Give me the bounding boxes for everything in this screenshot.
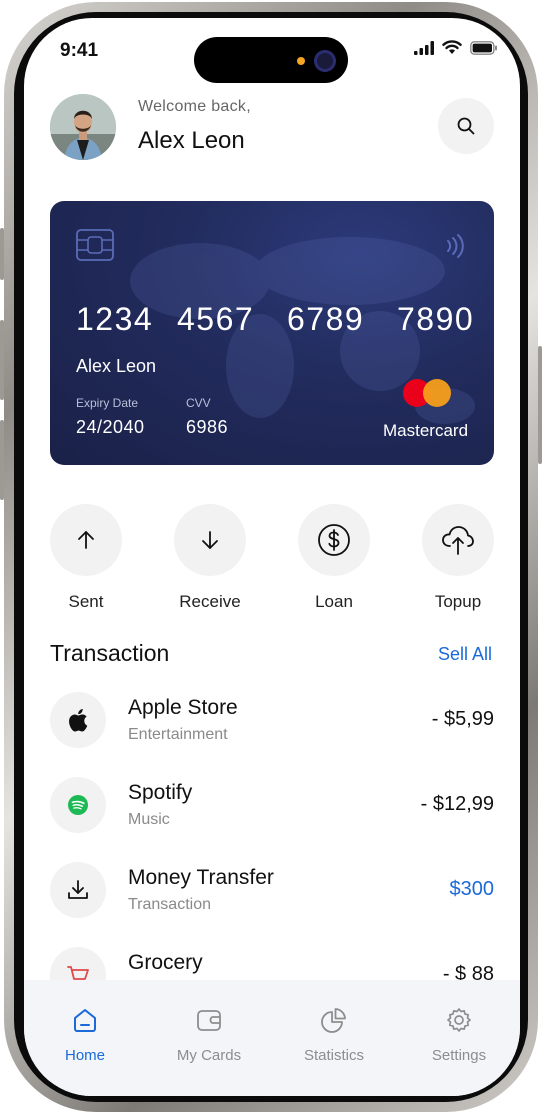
- user-name: Alex Leon: [138, 127, 245, 154]
- transaction-name: Apple Store: [128, 696, 238, 719]
- transaction-amount: $300: [449, 878, 495, 900]
- contactless-icon: [447, 234, 464, 258]
- transaction-name: Grocery: [128, 951, 203, 974]
- home-icon: [74, 1009, 96, 1032]
- nav-my-cards[interactable]: My Cards: [154, 1006, 264, 1064]
- action-label: Topup: [434, 592, 482, 611]
- action-loan-circle[interactable]: [298, 504, 370, 576]
- transaction-row[interactable]: Spotify Music - $12,99: [50, 777, 494, 835]
- arrow-up-icon: [78, 531, 94, 549]
- chip-icon: [76, 229, 114, 261]
- card-number-group: 4567: [177, 301, 255, 337]
- action-topup-circle[interactable]: [422, 504, 494, 576]
- volume-up-button: [0, 320, 4, 400]
- nav-label: Settings: [431, 1047, 487, 1064]
- transaction-amount: - $5,99: [431, 708, 494, 730]
- transaction-row[interactable]: Money Transfer Transaction $300: [50, 862, 494, 920]
- action-sent[interactable]: Sent: [41, 504, 131, 612]
- welcome-text: Welcome back,: [138, 98, 251, 115]
- cloud-upload-icon: [442, 526, 474, 555]
- apple-icon: [69, 709, 88, 732]
- card-number-group: 7890: [397, 301, 475, 337]
- battery-icon: [470, 40, 497, 55]
- card-number-group: 6789: [287, 301, 365, 337]
- spotify-icon: [68, 795, 88, 815]
- gear-icon: [447, 1008, 471, 1032]
- transaction-amount: - $12,99: [420, 793, 494, 815]
- nav-home[interactable]: Home: [30, 1006, 140, 1064]
- power-button: [538, 346, 542, 464]
- expiry-label: Expiry Date: [76, 396, 139, 410]
- volume-down-button: [0, 420, 4, 500]
- credit-card[interactable]: 1234 4567 6789 7890 Alex Leon Expiry Dat…: [50, 201, 494, 465]
- transaction-category: Music: [128, 811, 170, 828]
- nav-label: My Cards: [176, 1047, 242, 1064]
- app-screen: 9:41 Welcome back, Alex Leon 1234 4567 6…: [24, 18, 520, 1096]
- action-button: [0, 228, 4, 280]
- wallet-icon: [197, 1010, 221, 1031]
- avatar-photo: [50, 94, 116, 160]
- action-receive-circle[interactable]: [174, 504, 246, 576]
- action-label: Receive: [179, 592, 241, 611]
- transaction-name: Spotify: [128, 781, 193, 804]
- avatar[interactable]: [50, 94, 116, 160]
- transaction-category: Entertainment: [128, 726, 228, 743]
- signal-icon: [414, 40, 434, 55]
- action-loan[interactable]: Loan: [289, 504, 379, 612]
- cvv-label: CVV: [186, 396, 211, 410]
- camera-lens: [314, 50, 336, 72]
- action-topup[interactable]: Topup: [413, 504, 503, 612]
- card-holder: Alex Leon: [76, 356, 157, 376]
- dynamic-island: [194, 37, 348, 83]
- transaction-icon-wrap: [50, 862, 106, 918]
- status-icons: [414, 40, 498, 55]
- card-brand: Mastercard: [383, 421, 469, 440]
- transaction-icon-wrap: [50, 692, 106, 748]
- action-label: Sent: [68, 592, 104, 611]
- search-button[interactable]: [438, 98, 494, 154]
- see-all-link[interactable]: Sell All: [438, 644, 492, 665]
- download-icon: [68, 880, 88, 899]
- arrow-down-icon: [202, 531, 218, 549]
- nav-statistics[interactable]: Statistics: [279, 1006, 389, 1064]
- card-number-group: 1234: [76, 301, 154, 337]
- expiry-value: 24/2040: [76, 417, 145, 437]
- transaction-icon-wrap: [50, 777, 106, 833]
- dollar-circle-icon: [318, 524, 350, 556]
- action-receive[interactable]: Receive: [165, 504, 255, 612]
- transaction-row[interactable]: Apple Store Entertainment - $5,99: [50, 692, 494, 750]
- mastercard-orange-circle: [423, 379, 451, 407]
- nav-label: Home: [64, 1047, 105, 1064]
- transactions-title: Transaction: [50, 640, 170, 666]
- search-icon: [457, 117, 475, 135]
- bottom-nav: Home My Cards Statistics Settings: [24, 980, 520, 1096]
- action-label: Loan: [315, 592, 353, 611]
- pie-chart-icon: [321, 1008, 346, 1033]
- mastercard-logo: [403, 379, 451, 409]
- privacy-indicator: [297, 57, 305, 65]
- transaction-category: Transaction: [128, 896, 211, 913]
- status-time: 9:41: [60, 40, 99, 61]
- transaction-name: Money Transfer: [128, 866, 274, 889]
- nav-settings[interactable]: Settings: [404, 1006, 514, 1064]
- action-sent-circle[interactable]: [50, 504, 122, 576]
- wifi-icon: [442, 40, 462, 54]
- nav-label: Statistics: [303, 1047, 364, 1064]
- cvv-value: 6986: [186, 417, 229, 437]
